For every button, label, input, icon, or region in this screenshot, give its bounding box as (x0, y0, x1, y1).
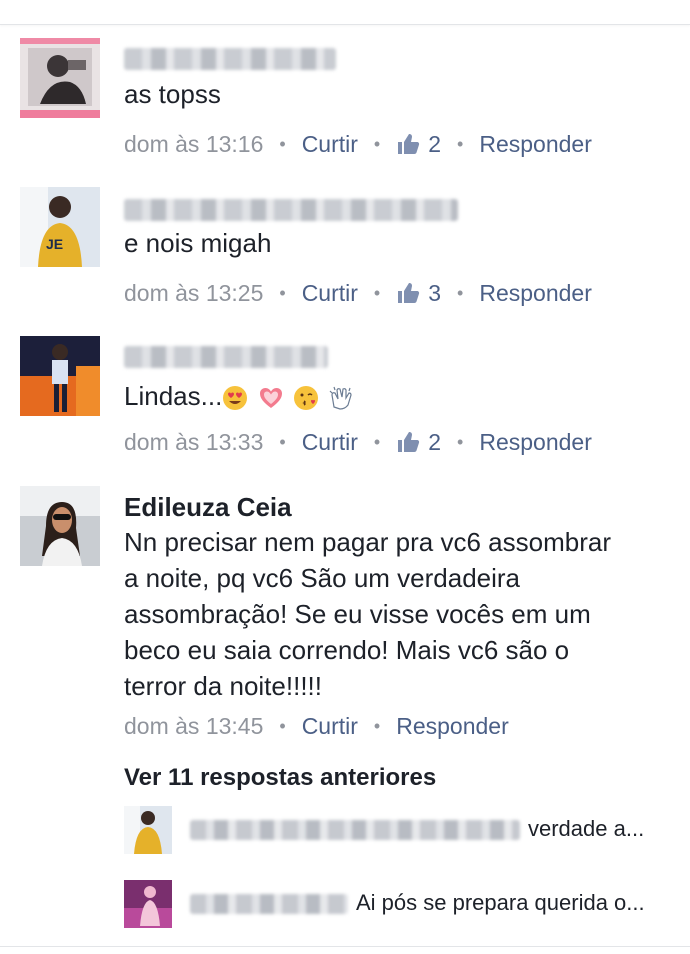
emoji-group (222, 380, 356, 416)
avatar[interactable]: JE (20, 187, 100, 267)
comment-text-row: Lindas... (124, 378, 664, 416)
thumbs-up-icon (396, 430, 420, 454)
reply-text: verdade a... (528, 816, 645, 841)
heart-eyes-emoji-icon (222, 385, 248, 411)
comment-text-line: beco eu saia correndo! Mais vc6 são o (124, 635, 570, 665)
comment-actions: dom às 13:45 • Curtir • Responder (124, 711, 509, 741)
bottom-divider (0, 946, 690, 947)
thumbs-up-icon (396, 281, 420, 305)
author-name-blurred[interactable] (124, 199, 458, 221)
avatar[interactable] (124, 806, 172, 854)
comment-text: Nn precisar nem pagar pra vc6 assombrar … (124, 524, 664, 704)
separator-dot: • (279, 282, 286, 303)
timestamp[interactable]: dom às 13:45 (124, 713, 263, 740)
comment-text-line: a noite, pq vc6 São um verdadeira (124, 563, 521, 593)
separator-dot: • (457, 133, 464, 154)
avatar[interactable] (20, 486, 100, 566)
separator-dot: • (373, 133, 381, 154)
comment-text: e nois migah (124, 228, 272, 258)
author-name-blurred[interactable] (124, 48, 336, 70)
clapping-hands-emoji-icon (328, 385, 354, 411)
sparkling-heart-emoji-icon (258, 385, 284, 411)
reply-text: Ai pós se prepara querida o... (356, 890, 645, 915)
kissing-face-emoji-icon (293, 385, 319, 411)
separator-dot: • (457, 431, 464, 452)
avatar[interactable] (20, 38, 100, 118)
avatar[interactable] (20, 336, 100, 416)
comment-actions: dom às 13:16 • Curtir • 2 • Responder (124, 129, 592, 159)
separator-dot: • (279, 133, 286, 154)
like-button[interactable]: Curtir (302, 713, 358, 740)
separator-dot: • (373, 431, 381, 452)
reply-button[interactable]: Responder (479, 131, 592, 158)
author-name[interactable]: Edileuza Ceia (124, 492, 292, 523)
thumbs-up-icon (396, 132, 420, 156)
reply-button[interactable]: Responder (396, 713, 509, 740)
timestamp[interactable]: dom às 13:16 (124, 131, 263, 158)
top-divider (0, 0, 690, 25)
comment-text: Lindas... (124, 381, 223, 411)
comment-actions: dom às 13:25 • Curtir • 3 • Responder (124, 278, 592, 308)
separator-dot: • (373, 282, 381, 303)
timestamp[interactable]: dom às 13:33 (124, 429, 263, 456)
reply-button[interactable]: Responder (479, 429, 592, 456)
timestamp[interactable]: dom às 13:25 (124, 280, 263, 307)
author-name-blurred[interactable] (124, 346, 328, 368)
like-button[interactable]: Curtir (302, 131, 358, 158)
comment-text-line: Nn precisar nem pagar pra vc6 assombrar (124, 527, 611, 557)
comment-actions: dom às 13:33 • Curtir • 2 • Responder (124, 427, 592, 457)
comment-text-line: terror da noite!!!!! (124, 671, 322, 701)
separator-dot: • (373, 715, 381, 736)
separator-dot: • (279, 431, 286, 452)
reply-button[interactable]: Responder (479, 280, 592, 307)
like-count[interactable]: 3 (428, 280, 441, 307)
reply-preview[interactable]: verdade a... (124, 806, 684, 854)
like-count[interactable]: 2 (428, 429, 441, 456)
svg-text:JE: JE (46, 236, 63, 252)
reply-preview[interactable]: Ai pós se prepara querida o... (124, 880, 684, 928)
reply-author-blurred[interactable] (190, 820, 520, 840)
like-button[interactable]: Curtir (302, 429, 358, 456)
like-count[interactable]: 2 (428, 131, 441, 158)
separator-dot: • (279, 715, 286, 736)
reply-author-blurred[interactable] (190, 894, 348, 914)
comment-text-line: assombração! Se eu visse vocês em um (124, 599, 591, 629)
separator-dot: • (457, 282, 464, 303)
like-button[interactable]: Curtir (302, 280, 358, 307)
view-previous-replies-link[interactable]: Ver 11 respostas anteriores (124, 764, 436, 792)
comment-text: as topss (124, 79, 221, 109)
avatar[interactable] (124, 880, 172, 928)
